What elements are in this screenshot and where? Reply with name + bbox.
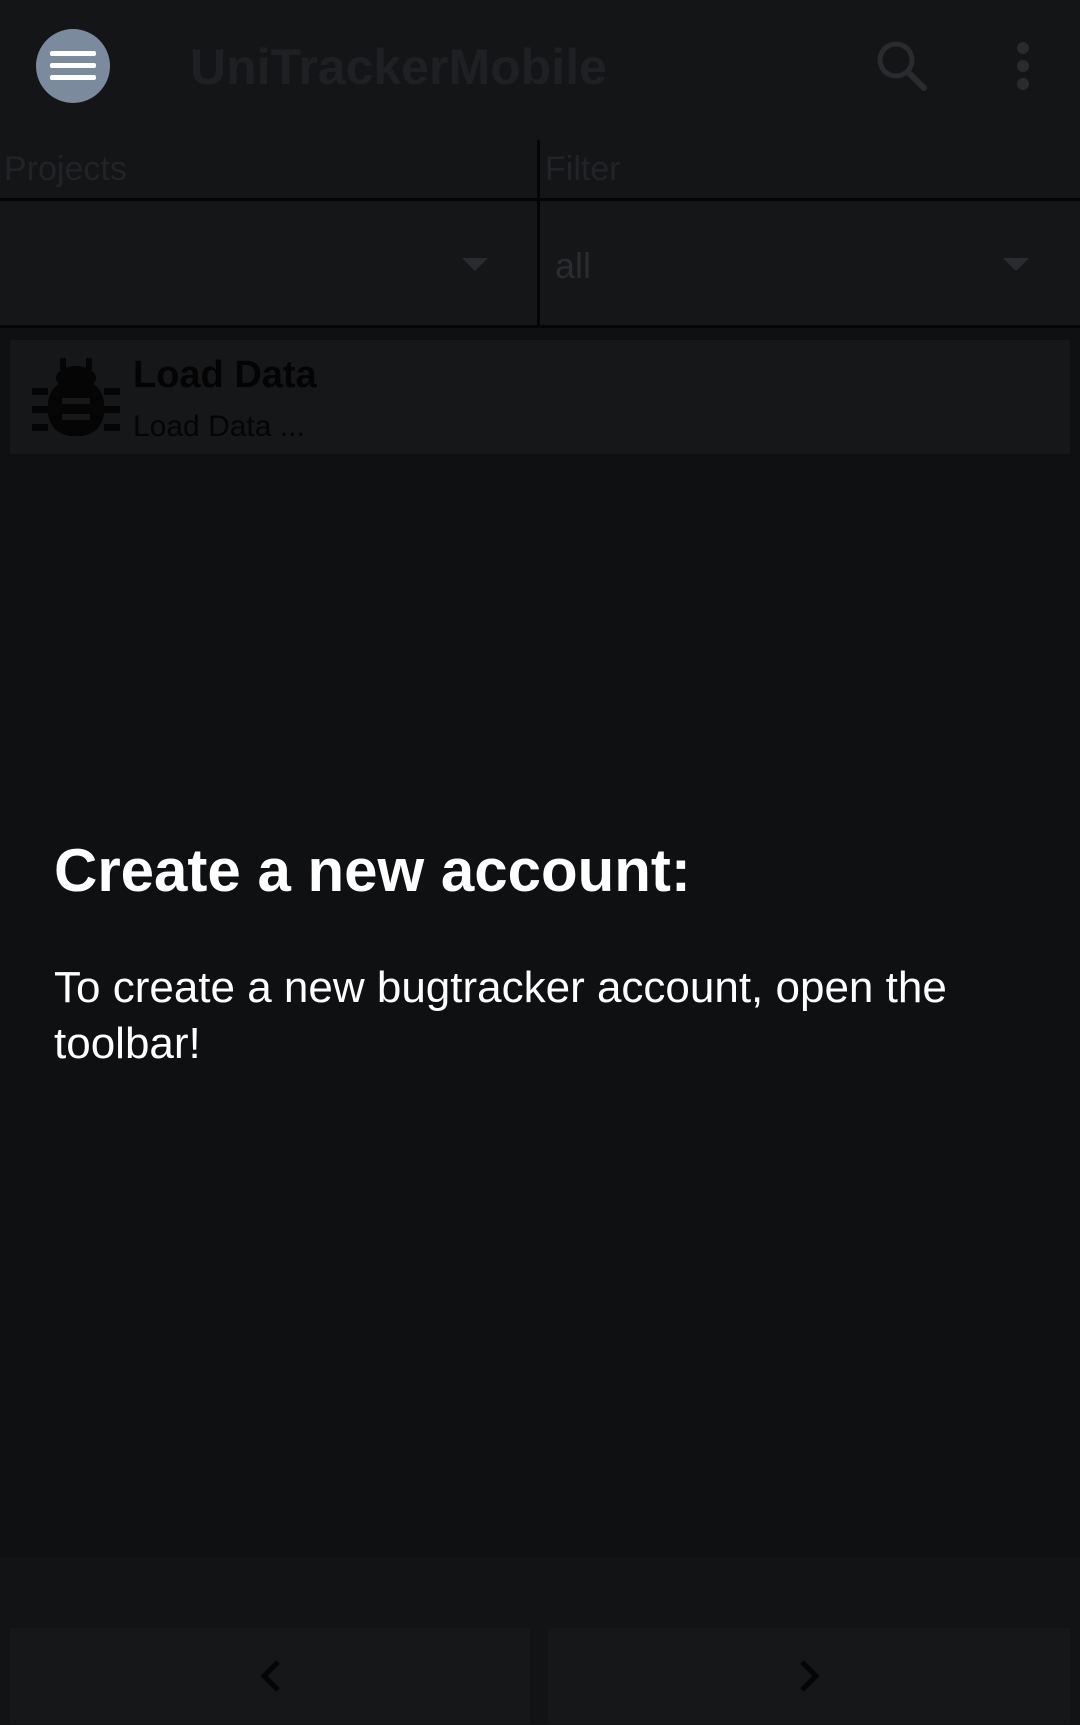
column-divider xyxy=(537,140,540,328)
next-button[interactable] xyxy=(548,1628,1070,1724)
chevron-right-icon xyxy=(800,1660,820,1692)
overflow-menu-button[interactable] xyxy=(1000,36,1046,96)
bottom-navigation xyxy=(0,1558,1080,1725)
list-item-title: Load Data xyxy=(133,354,317,396)
search-icon xyxy=(877,41,927,91)
app-bar: UniTrackerMobile xyxy=(0,0,1080,140)
app-title: UniTrackerMobile xyxy=(190,39,607,95)
projects-label: Projects xyxy=(4,150,127,188)
filter-label: Filter xyxy=(545,150,621,188)
app-screen: UniTrackerMobile Projects Filter all Loa… xyxy=(0,0,1080,1725)
filter-spinner-value: all xyxy=(555,245,592,286)
chevron-down-icon xyxy=(462,258,488,271)
list-item-subtitle: Load Data ... xyxy=(133,410,305,443)
chevron-left-icon xyxy=(260,1660,280,1692)
search-button[interactable] xyxy=(872,36,932,96)
previous-button[interactable] xyxy=(10,1628,530,1724)
tutorial-text: To create a new bugtracker account, open… xyxy=(54,963,947,1068)
bug-icon xyxy=(32,358,120,436)
menu-button[interactable] xyxy=(36,29,110,103)
filter-spinner[interactable]: all xyxy=(540,201,1080,325)
projects-spinner[interactable] xyxy=(0,201,537,325)
spinner-labels-row: Projects Filter xyxy=(0,140,1080,201)
list-item[interactable]: Load Data Load Data ... xyxy=(10,340,1070,454)
spinners-row: all xyxy=(0,201,1080,328)
more-vert-icon xyxy=(1017,42,1029,90)
tutorial-title: Create a new account: xyxy=(54,837,691,904)
chevron-down-icon xyxy=(1003,258,1029,271)
